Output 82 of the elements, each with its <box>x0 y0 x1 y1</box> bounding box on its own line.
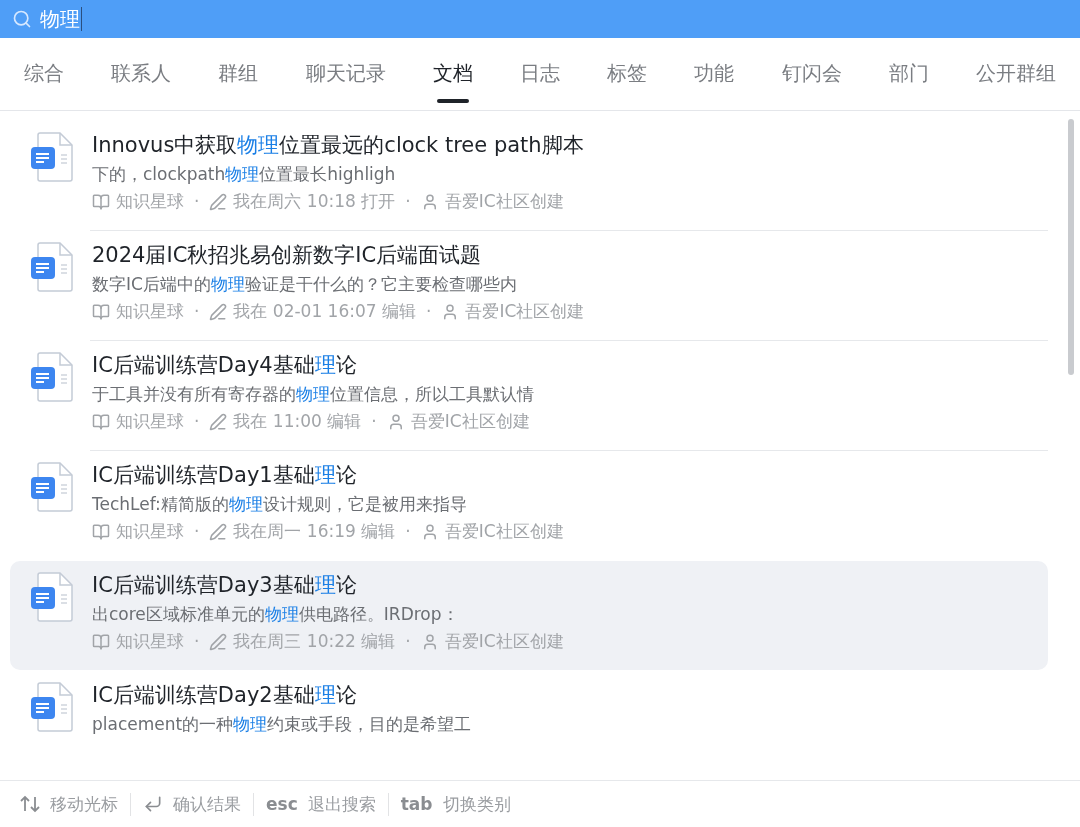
document-icon <box>30 131 76 183</box>
hint-text: 确认结果 <box>173 792 241 816</box>
separator-dot: · <box>405 190 411 213</box>
activity-text: 我在周六 10:18 打开 <box>233 190 396 213</box>
separator-dot: · <box>194 630 200 653</box>
pencil-icon <box>209 412 228 431</box>
separator-dot: · <box>426 300 432 323</box>
category-tab[interactable]: 钉闪会 <box>781 45 842 103</box>
category-tab[interactable]: 日志 <box>519 45 560 103</box>
category-tab[interactable]: 文档 <box>432 45 473 103</box>
document-icon <box>30 681 76 733</box>
book-icon <box>92 192 110 211</box>
pencil-icon <box>209 522 228 541</box>
result-row[interactable]: Innovus中获取物理位置最远的clock tree path脚本 下的，clockpath物理位置最长highligh 知识星球 · 我在周六 10:18 打开 · 吾爱IC社区创建 <box>10 121 1048 231</box>
book-icon <box>92 302 110 321</box>
result-title: 2024届IC秋招兆易创新数字IC后端面试题 <box>92 242 483 269</box>
hint-text: 退出搜索 <box>307 792 376 816</box>
creator-text: 吾爱IC社区创建 <box>444 630 564 653</box>
activity-text: 我在周三 10:22 编辑 <box>233 630 396 653</box>
book-icon <box>92 632 110 651</box>
document-icon <box>30 461 76 513</box>
pencil-icon <box>209 192 228 211</box>
pencil-icon <box>209 632 228 651</box>
category-tab[interactable]: 公开群组 <box>975 45 1056 103</box>
enter-icon <box>143 794 163 814</box>
pencil-icon <box>209 302 228 321</box>
hint-text: 移动光标 <box>50 792 118 816</box>
book-icon <box>92 522 110 541</box>
activity-text: 我在周一 16:19 编辑 <box>233 520 396 543</box>
result-row[interactable]: 2024届IC秋招兆易创新数字IC后端面试题 数字IC后端中的物理验证是干什么的？它主要检查哪些内 知识星球 · 我在 02-01 16:07 编辑 · 吾爱IC社区创建 <box>10 231 1048 341</box>
result-snippet: 于工具并没有所有寄存器的物理位置信息，所以工具默认情 <box>92 383 535 406</box>
separator-dot: · <box>405 520 411 543</box>
activity-text: 我在 02-01 16:07 编辑 <box>233 300 416 323</box>
scrollbar[interactable] <box>1068 119 1074 375</box>
search-icon <box>12 9 32 29</box>
activity-text: 我在 11:00 编辑 <box>233 410 362 433</box>
result-title: IC后端训练营Day3基础理论 <box>92 572 358 599</box>
result-row[interactable]: IC后端训练营Day2基础理论 placement的一种物理约束或手段，目的是希望工 <box>10 671 1048 780</box>
result-snippet: 下的，clockpath物理位置最长highligh <box>92 163 397 186</box>
category-tab[interactable]: 标签 <box>607 45 648 103</box>
category-tab[interactable]: 部门 <box>888 45 929 103</box>
separator-dot: · <box>371 410 377 433</box>
result-row[interactable]: IC后端训练营Day4基础理论 于工具并没有所有寄存器的物理位置信息，所以工具默认情 知识星球 · 我在 11:00 编辑 · 吾爱IC社区创建 <box>10 341 1048 451</box>
hint-text: 切换类别 <box>442 792 511 816</box>
creator-text: 吾爱IC社区创建 <box>465 300 585 323</box>
creator-text: 吾爱IC社区创建 <box>444 190 564 213</box>
creator-text: 吾爱IC社区创建 <box>410 410 530 433</box>
result-title: IC后端训练营Day2基础理论 <box>92 682 358 709</box>
result-row[interactable]: IC后端训练营Day1基础理论 TechLef:精简版的物理设计规则，它是被用来指导 知识星球 · 我在周一 16:19 编辑 · 吾爱IC社区创建 <box>10 451 1048 561</box>
document-icon <box>30 571 76 623</box>
search-bar[interactable]: 物理 <box>0 0 1080 38</box>
document-icon <box>30 351 76 403</box>
category-tab[interactable]: 聊天记录 <box>305 45 386 103</box>
source-text: 知识星球 <box>116 300 184 323</box>
result-title: IC后端训练营Day1基础理论 <box>92 462 358 489</box>
separator-dot: · <box>194 520 200 543</box>
separator-dot: · <box>194 190 200 213</box>
category-tab[interactable]: 综合 <box>24 45 64 103</box>
source-text: 知识星球 <box>116 630 184 653</box>
result-title: Innovus中获取物理位置最远的clock tree path脚本 <box>92 132 585 159</box>
result-row[interactable]: IC后端训练营Day3基础理论 出core区域标准单元的物理供电路径。IRDrop： 知识星球 · 我在周三 10:22 编辑 · 吾爱IC社区创建 <box>10 561 1048 671</box>
up-down-arrows-icon <box>20 795 40 813</box>
source-text: 知识星球 <box>116 190 184 213</box>
separator-dot: · <box>194 410 200 433</box>
source-text: 知识星球 <box>116 410 184 433</box>
result-snippet: TechLef:精简版的物理设计规则，它是被用来指导 <box>92 493 468 516</box>
key-label: esc <box>266 794 298 814</box>
result-snippet: 出core区域标准单元的物理供电路径。IRDrop： <box>92 603 460 626</box>
category-tab[interactable]: 功能 <box>694 45 735 103</box>
result-snippet: 数字IC后端中的物理验证是干什么的？它主要检查哪些内 <box>92 273 518 296</box>
result-snippet: placement的一种物理约束或手段，目的是希望工 <box>92 713 473 736</box>
separator-dot: · <box>194 300 200 323</box>
result-title: IC后端训练营Day4基础理论 <box>92 352 358 379</box>
document-icon <box>30 241 76 293</box>
category-tab[interactable]: 群组 <box>218 45 259 103</box>
creator-text: 吾爱IC社区创建 <box>444 520 564 543</box>
key-label: tab <box>400 794 433 814</box>
category-tab[interactable]: 联系人 <box>111 45 172 103</box>
book-icon <box>92 412 110 431</box>
search-input[interactable]: 物理 <box>40 7 82 31</box>
separator-dot: · <box>405 630 411 653</box>
source-text: 知识星球 <box>116 520 184 543</box>
